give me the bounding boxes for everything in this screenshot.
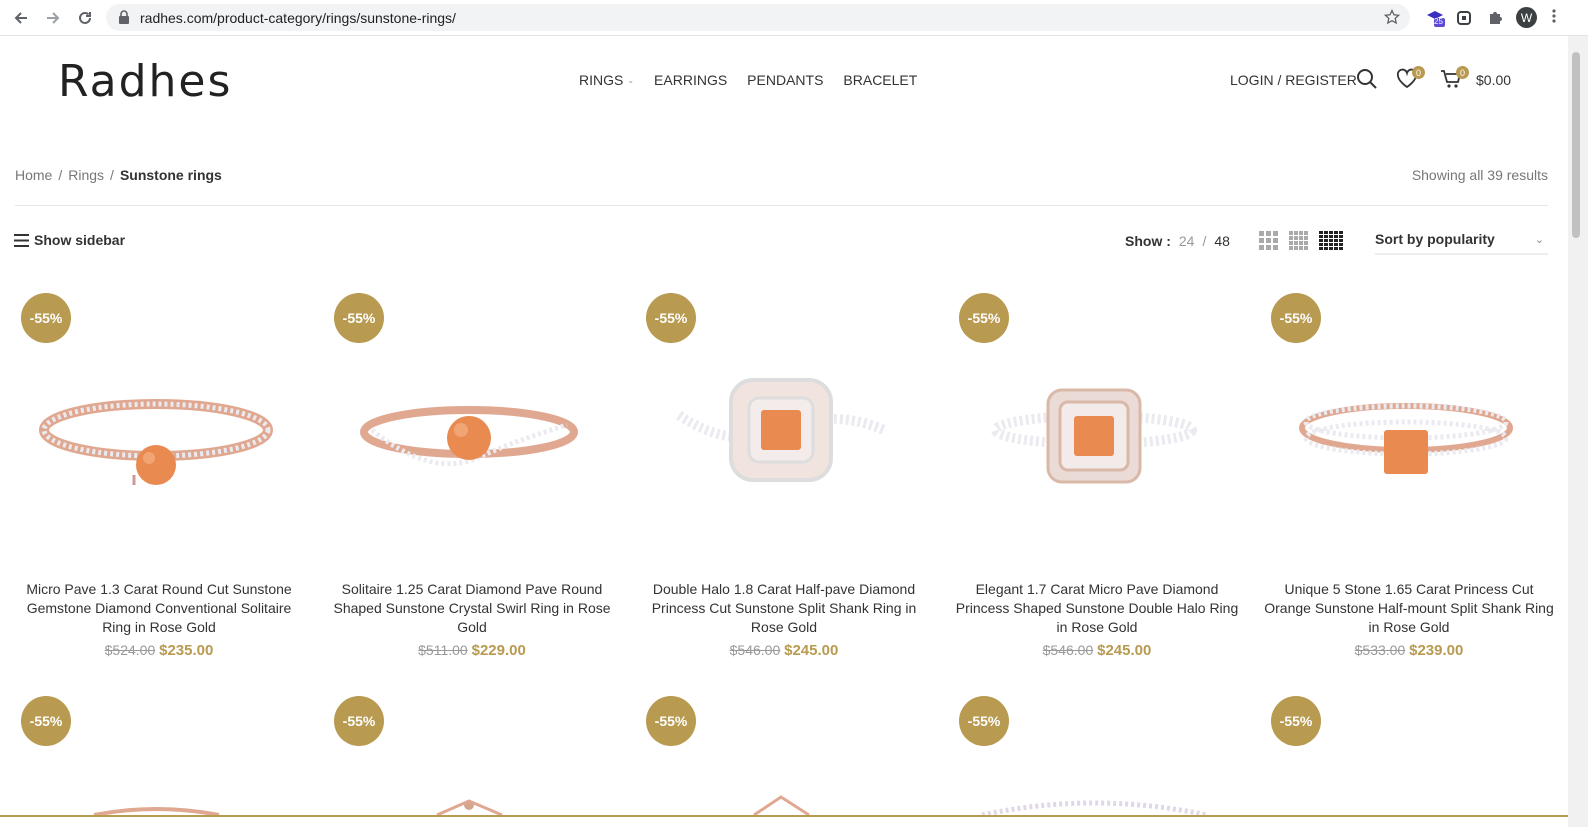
sale-badge: -55% xyxy=(21,696,71,746)
url-text: radhes.com/product-category/rings/sunsto… xyxy=(140,10,456,26)
grid-4-columns-icon[interactable] xyxy=(1289,231,1309,256)
page-scrollbar[interactable] xyxy=(1568,36,1588,827)
product-title[interactable]: Solitaire 1.25 Carat Diamond Pave Round … xyxy=(327,580,617,637)
login-register-link[interactable]: LOGIN / REGISTER xyxy=(1230,72,1357,88)
product-card[interactable]: -55% xyxy=(952,693,1242,815)
extension-cap-icon[interactable]: 25 xyxy=(1424,7,1446,29)
breadcrumb-current: Sunstone rings xyxy=(119,167,222,183)
breadcrumb-rings[interactable]: Rings xyxy=(68,167,104,183)
wishlist-count-badge: 0 xyxy=(1412,66,1425,79)
grid-5-columns-icon[interactable] xyxy=(1319,231,1343,256)
sale-badge: -55% xyxy=(646,696,696,746)
extensions-puzzle-icon[interactable] xyxy=(1484,7,1506,29)
sale-badge: -55% xyxy=(334,293,384,343)
browser-menu-icon[interactable] xyxy=(1552,8,1556,29)
sale-price: $245.00 xyxy=(784,642,839,659)
product-card[interactable]: -55% Micro Pave 1.3 Carat Round Cut Suns… xyxy=(14,290,304,670)
accent-bar xyxy=(0,815,1568,817)
address-bar[interactable]: radhes.com/product-category/rings/sunsto… xyxy=(106,4,1410,31)
nav-bracelet-label: BRACELET xyxy=(843,72,918,88)
bookmark-star-icon[interactable] xyxy=(1383,8,1401,30)
sort-select[interactable]: Sort by popularity ⌄ xyxy=(1375,231,1548,255)
nav-earrings[interactable]: EARRINGS xyxy=(654,72,727,88)
back-icon[interactable] xyxy=(9,6,33,30)
product-title[interactable]: Micro Pave 1.3 Carat Round Cut Sunstone … xyxy=(14,580,304,637)
per-page-label: Show : xyxy=(1125,233,1171,249)
product-card[interactable]: -55% Unique 5 Stone 1.65 Carat Princess … xyxy=(1264,290,1554,670)
sale-badge: -55% xyxy=(959,293,1009,343)
browser-toolbar: radhes.com/product-category/rings/sunsto… xyxy=(0,0,1588,36)
site-logo[interactable]: Radhes xyxy=(58,56,232,107)
old-price: $546.00 xyxy=(1042,642,1094,658)
extension-badge: 25 xyxy=(1434,17,1443,26)
per-page-48[interactable]: 48 xyxy=(1214,233,1230,249)
breadcrumb-home[interactable]: Home xyxy=(15,167,52,183)
profile-avatar[interactable]: W xyxy=(1516,7,1537,28)
product-card[interactable]: -55% Solitaire 1.25 Carat Diamond Pave R… xyxy=(327,290,617,670)
product-title[interactable]: Elegant 1.7 Carat Micro Pave Diamond Pri… xyxy=(952,580,1242,637)
lock-icon xyxy=(118,10,130,29)
old-price: $511.00 xyxy=(418,642,468,658)
show-sidebar-label: Show sidebar xyxy=(34,232,126,248)
cart-total[interactable]: $0.00 xyxy=(1476,72,1511,88)
sale-badge: -55% xyxy=(959,696,1009,746)
breadcrumb: Home / Rings / Sunstone rings xyxy=(15,167,222,183)
cart-count-badge: 0 xyxy=(1456,66,1469,79)
grid-view-switcher xyxy=(1259,231,1343,256)
product-card[interactable]: -55% Elegant 1.7 Carat Micro Pave Diamon… xyxy=(952,290,1242,670)
product-price: $546.00 $245.00 xyxy=(952,642,1242,659)
product-price: $533.00 $239.00 xyxy=(1264,642,1554,659)
product-card[interactable]: -55% xyxy=(1264,693,1554,815)
old-price: $546.00 xyxy=(729,642,781,658)
product-title[interactable]: Double Halo 1.8 Carat Half-pave Diamond … xyxy=(639,580,929,637)
product-card[interactable]: -55% xyxy=(327,693,617,815)
sale-badge: -55% xyxy=(21,293,71,343)
scrollbar-thumb[interactable] xyxy=(1572,52,1580,238)
chevron-down-icon: ⌄ xyxy=(627,75,635,85)
chevron-down-icon: ⌄ xyxy=(1534,234,1544,246)
product-price: $511.00 $229.00 xyxy=(327,642,617,659)
sale-price: $235.00 xyxy=(159,642,214,659)
extension-square-icon[interactable] xyxy=(1453,7,1475,29)
sale-badge: -55% xyxy=(646,293,696,343)
grid-3-columns-icon[interactable] xyxy=(1259,231,1279,256)
sale-price: $229.00 xyxy=(471,642,526,659)
old-price: $524.00 xyxy=(104,642,156,658)
product-card[interactable]: -55% xyxy=(14,693,304,815)
results-count: Showing all 39 results xyxy=(1411,167,1548,183)
nav-earrings-label: EARRINGS xyxy=(654,72,728,88)
divider xyxy=(15,205,1548,206)
show-sidebar-button[interactable]: Show sidebar xyxy=(14,232,125,248)
forward-icon[interactable] xyxy=(41,6,65,30)
reload-icon[interactable] xyxy=(73,6,97,30)
sale-price: $245.00 xyxy=(1097,642,1152,659)
per-page-separator: / xyxy=(1202,233,1207,249)
sale-price: $239.00 xyxy=(1409,642,1464,659)
search-icon[interactable] xyxy=(1356,68,1380,92)
menu-icon xyxy=(14,233,29,247)
product-title[interactable]: Unique 5 Stone 1.65 Carat Princess Cut O… xyxy=(1264,580,1554,637)
product-price: $546.00 $245.00 xyxy=(639,642,929,659)
nav-bracelet[interactable]: BRACELET xyxy=(843,72,917,88)
main-navigation: RINGS ⌄ EARRINGS PENDANTS BRACELET xyxy=(579,72,917,88)
product-price: $524.00 $235.00 xyxy=(14,642,304,659)
old-price: $533.00 xyxy=(1354,642,1406,658)
nav-pendants[interactable]: PENDANTS xyxy=(747,72,823,88)
sale-badge: -55% xyxy=(1271,293,1321,343)
per-page-24[interactable]: 24 xyxy=(1179,233,1195,249)
product-card[interactable]: -55% Double Halo 1.8 Carat Half-pave Dia… xyxy=(639,290,929,670)
breadcrumb-separator: / xyxy=(110,167,114,183)
breadcrumb-separator: / xyxy=(58,167,63,183)
product-card[interactable]: -55% xyxy=(639,693,929,815)
nav-rings-label: RINGS xyxy=(579,72,624,88)
nav-pendants-label: PENDANTS xyxy=(747,72,824,88)
sale-badge: -55% xyxy=(334,696,384,746)
per-page-selector: Show : 24 / 48 xyxy=(1125,233,1230,249)
nav-rings[interactable]: RINGS ⌄ xyxy=(579,72,634,88)
sale-badge: -55% xyxy=(1271,696,1321,746)
sort-select-value: Sort by popularity xyxy=(1375,231,1495,247)
